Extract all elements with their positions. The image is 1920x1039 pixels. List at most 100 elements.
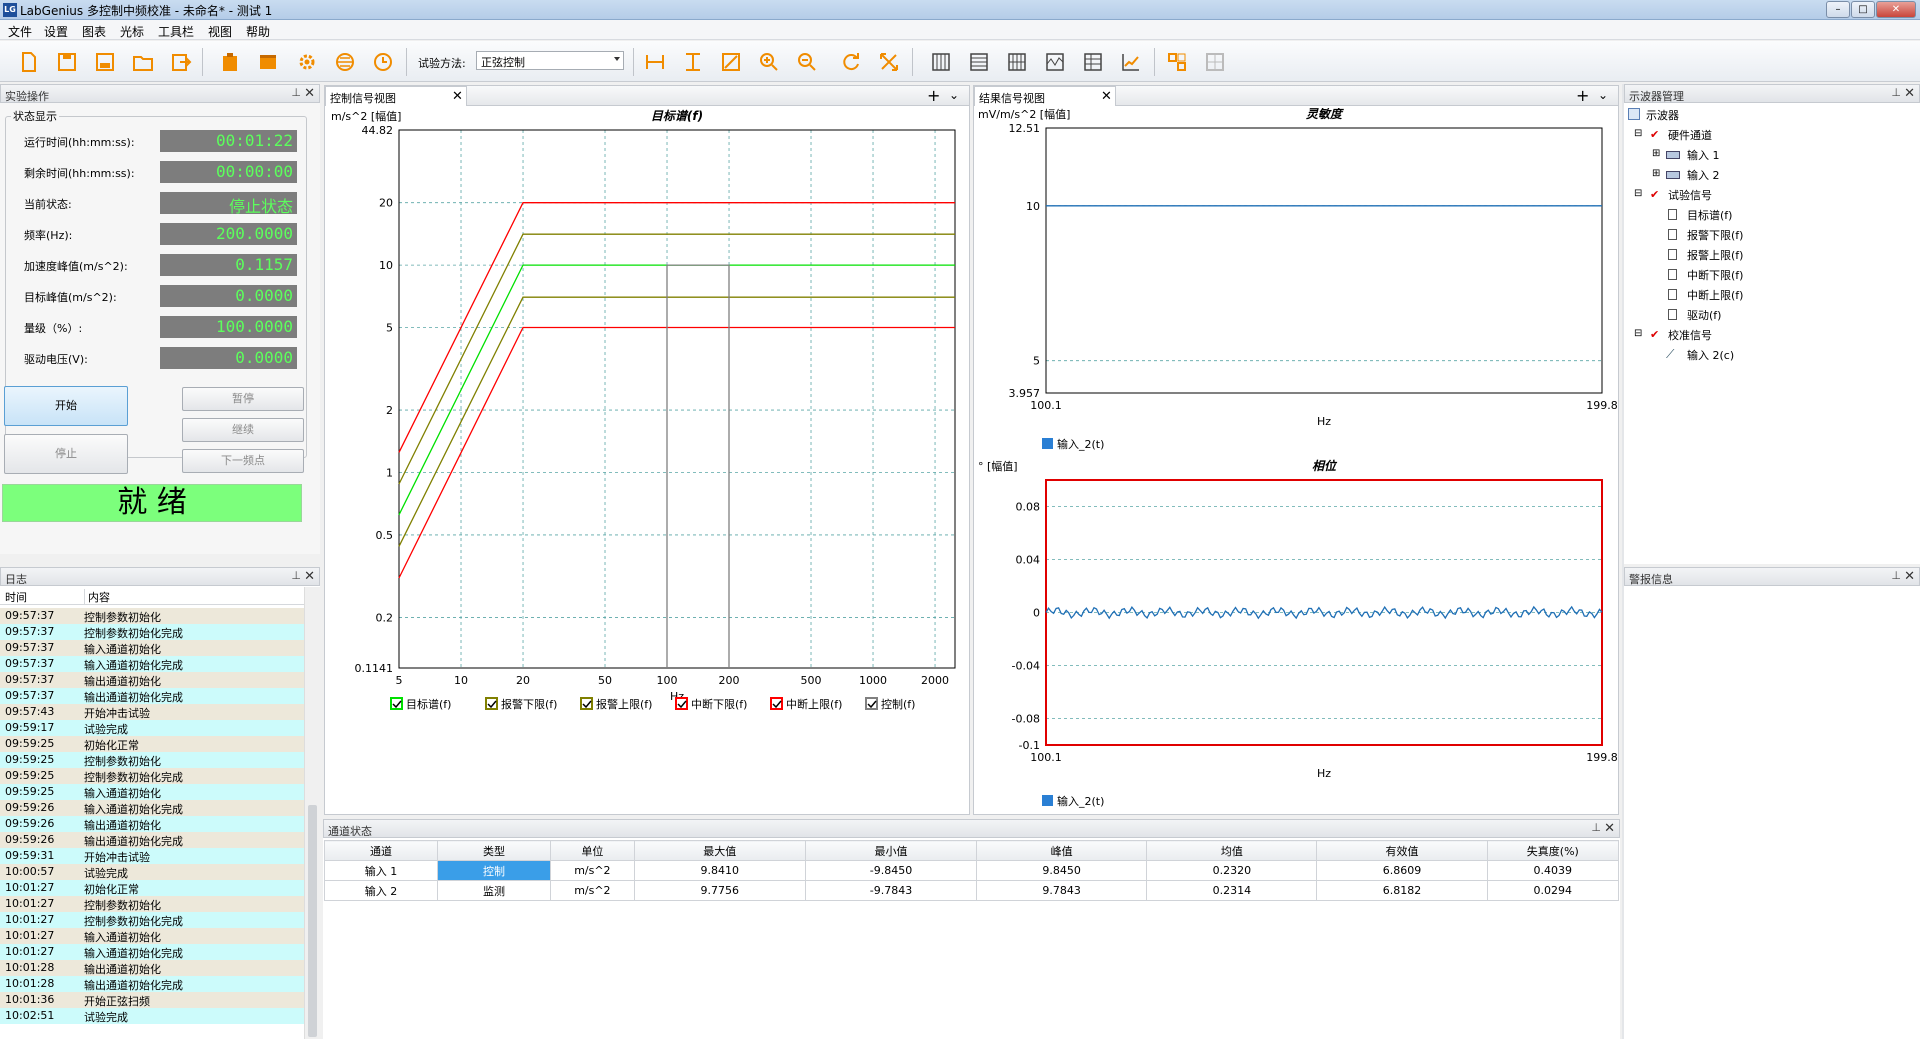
refresh-icon[interactable] — [838, 49, 864, 75]
log-row[interactable]: 09:57:37 输出通道初始化完成 — [0, 688, 304, 704]
log-row[interactable]: 10:01:27 初始化正常 — [0, 880, 304, 896]
close-icon[interactable]: ✕ — [1904, 86, 1915, 101]
grid-view-icon-1[interactable] — [928, 49, 954, 75]
expand-icon[interactable]: ⊞ — [1652, 168, 1660, 179]
slope-cursor-icon[interactable] — [718, 49, 744, 75]
pin-icon[interactable]: ⊥ — [1891, 86, 1901, 99]
tree-node-hw-channels[interactable]: 硬件通道 — [1668, 127, 1712, 143]
fit-icon[interactable] — [876, 49, 902, 75]
next-point-button[interactable]: 下一频点 — [182, 449, 304, 473]
log-row[interactable]: 09:57:37 控制参数初始化完成 — [0, 624, 304, 640]
log-row[interactable]: 09:57:37 输入通道初始化 — [0, 640, 304, 656]
col-max[interactable]: 最大值 — [633, 840, 806, 861]
col-peak[interactable]: 峰值 — [976, 840, 1148, 861]
tree-node-input-1[interactable]: 输入 1 — [1687, 147, 1720, 163]
log-row[interactable]: 09:59:31 开始冲击试验 — [0, 848, 304, 864]
log-row[interactable]: 09:59:26 输入通道初始化完成 — [0, 800, 304, 816]
close-icon[interactable]: ✕ — [1604, 821, 1615, 836]
tree-node-abort-high[interactable]: 中断上限(f) — [1687, 287, 1743, 303]
log-row[interactable]: 09:57:37 控制参数初始化 — [0, 608, 304, 624]
continue-button[interactable]: 继续 — [182, 418, 304, 442]
tree-node-alarm-high[interactable]: 报警上限(f) — [1687, 247, 1743, 263]
collapse-icon[interactable]: ⊟ — [1634, 328, 1642, 339]
menu-cursor[interactable]: 光标 — [120, 23, 144, 40]
method-select[interactable]: 正弦控制 — [476, 51, 624, 70]
tree-node-target[interactable]: 目标谱(f) — [1687, 207, 1732, 223]
col-unit[interactable]: 单位 — [550, 840, 635, 861]
log-row[interactable]: 10:01:36 开始正弦扫频 — [0, 992, 304, 1008]
pin-icon[interactable]: ⊥ — [291, 86, 301, 99]
table-row[interactable]: 输入 1 控制 m/s^2 9.8410 -9.8450 9.8450 0.23… — [323, 860, 1620, 881]
menu-help[interactable]: 帮助 — [246, 23, 270, 40]
cell-type[interactable]: 控制 — [437, 860, 552, 881]
tab-result-view[interactable]: 结果信号视图 ✕ — [974, 86, 1116, 106]
menu-file[interactable]: 文件 — [8, 23, 32, 40]
col-mean[interactable]: 均值 — [1146, 840, 1318, 861]
log-row[interactable]: 10:01:27 输入通道初始化 — [0, 928, 304, 944]
pin-icon[interactable]: ⊥ — [1891, 569, 1901, 582]
close-icon[interactable]: ✕ — [1101, 89, 1112, 104]
start-button[interactable]: 开始 — [4, 386, 128, 426]
tree-node-input-2[interactable]: 输入 2 — [1687, 167, 1720, 183]
save-as-icon[interactable] — [92, 49, 118, 75]
add-icon[interactable]: + — [927, 86, 940, 105]
h-cursor-icon[interactable] — [642, 49, 668, 75]
col-channel[interactable]: 通道 — [323, 840, 439, 861]
export-icon[interactable] — [168, 49, 194, 75]
clock-icon[interactable] — [370, 49, 396, 75]
zoom-in-icon[interactable] — [756, 49, 782, 75]
close-icon[interactable]: ✕ — [452, 89, 463, 104]
log-row[interactable]: 10:02:51 试验完成 — [0, 1008, 304, 1024]
menu-chart[interactable]: 图表 — [82, 23, 106, 40]
maximize-button[interactable]: □ — [1851, 1, 1875, 18]
close-icon[interactable]: ✕ — [304, 86, 315, 101]
v-cursor-icon[interactable] — [680, 49, 706, 75]
log-row[interactable]: 09:59:25 输入通道初始化 — [0, 784, 304, 800]
log-row[interactable]: 10:01:27 输入通道初始化完成 — [0, 944, 304, 960]
report-icon[interactable] — [255, 49, 281, 75]
log-row[interactable]: 10:01:28 输出通道初始化 — [0, 960, 304, 976]
minimize-button[interactable]: – — [1826, 1, 1850, 18]
log-row[interactable]: 09:59:26 输出通道初始化完成 — [0, 832, 304, 848]
log-row[interactable]: 09:59:25 控制参数初始化 — [0, 752, 304, 768]
close-icon[interactable]: ✕ — [1904, 569, 1915, 584]
cell-type[interactable]: 监测 — [437, 880, 552, 901]
log-row[interactable]: 10:00:57 试验完成 — [0, 864, 304, 880]
table-view-icon[interactable] — [1080, 49, 1106, 75]
log-row[interactable]: 09:57:37 输入通道初始化完成 — [0, 656, 304, 672]
tree-node-abort-low[interactable]: 中断下限(f) — [1687, 267, 1743, 283]
col-min[interactable]: 最小值 — [804, 840, 978, 861]
chevron-down-icon[interactable]: ⌄ — [1598, 88, 1608, 102]
tree-node-test-signal[interactable]: 试验信号 — [1668, 187, 1712, 203]
menu-toolbar[interactable]: 工具栏 — [158, 23, 194, 40]
col-distortion[interactable]: 失真度(%) — [1486, 840, 1620, 861]
close-window-button[interactable]: ✕ — [1876, 1, 1916, 18]
log-row[interactable]: 09:59:25 控制参数初始化完成 — [0, 768, 304, 784]
col-rms[interactable]: 有效值 — [1316, 840, 1488, 861]
grid-view-icon-3[interactable] — [1004, 49, 1030, 75]
tree-node-scope[interactable]: 示波器 — [1646, 107, 1679, 123]
add-icon[interactable]: + — [1576, 86, 1589, 105]
log-scrollbar[interactable] — [304, 587, 320, 1039]
grid-view-icon-2[interactable] — [966, 49, 992, 75]
layout-icon[interactable] — [1164, 49, 1190, 75]
tree-node-input-2c[interactable]: 输入 2(c) — [1687, 347, 1734, 363]
log-scroll-thumb[interactable] — [308, 805, 317, 1037]
log-row[interactable]: 09:59:26 输出通道初始化 — [0, 816, 304, 832]
pin-icon[interactable]: ⊥ — [291, 569, 301, 582]
legend-checkbox[interactable] — [1042, 795, 1053, 806]
zoom-out-icon[interactable] — [794, 49, 820, 75]
close-icon[interactable]: ✕ — [304, 569, 315, 584]
collapse-icon[interactable]: ⊟ — [1634, 128, 1642, 139]
tree-node-drive[interactable]: 驱动(f) — [1687, 307, 1721, 323]
log-row[interactable]: 09:59:17 试验完成 — [0, 720, 304, 736]
gear-icon[interactable] — [294, 49, 320, 75]
menu-settings[interactable]: 设置 — [44, 23, 68, 40]
tree-node-calibration[interactable]: 校准信号 — [1668, 327, 1712, 343]
col-type[interactable]: 类型 — [437, 840, 552, 861]
log-row[interactable]: 09:59:25 初始化正常 — [0, 736, 304, 752]
chart-view-icon[interactable] — [1118, 49, 1144, 75]
log-row[interactable]: 09:57:43 开始冲击试验 — [0, 704, 304, 720]
pin-icon[interactable]: ⊥ — [1591, 821, 1601, 834]
save-icon[interactable] — [54, 49, 80, 75]
